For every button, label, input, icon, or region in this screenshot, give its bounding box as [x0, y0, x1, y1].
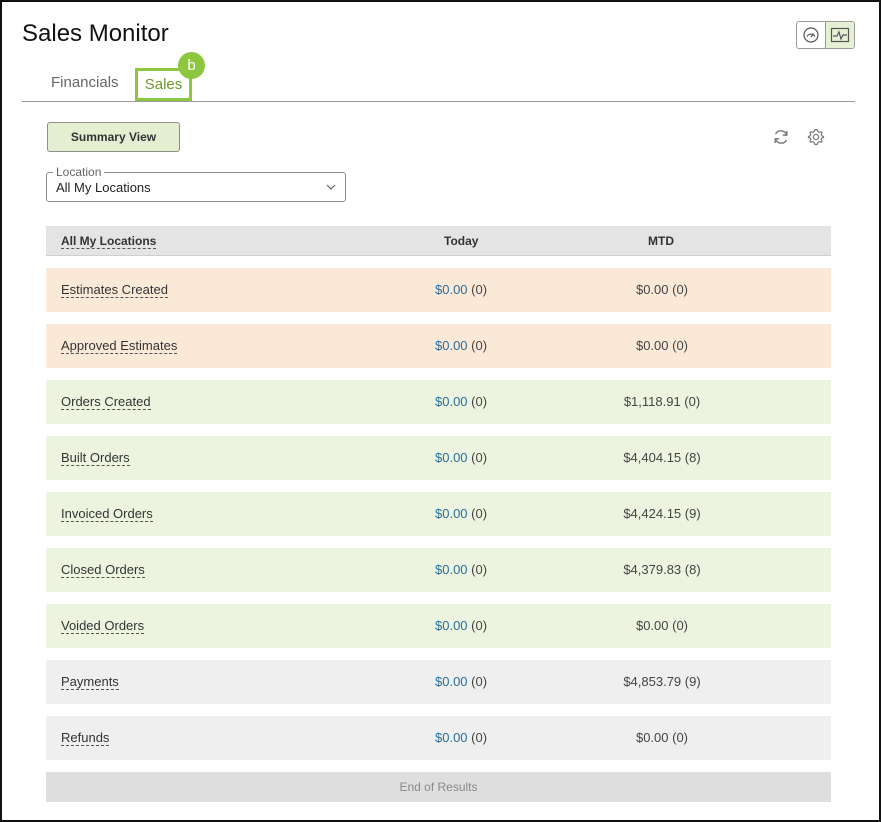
- refresh-icon: [774, 130, 788, 144]
- gear-icon: [807, 128, 825, 146]
- today-cell: $0.00 (0): [435, 395, 487, 409]
- today-amount-link[interactable]: $0.00: [435, 730, 468, 745]
- header-location[interactable]: All My Locations: [61, 234, 157, 249]
- today-cell: $0.00 (0): [435, 675, 487, 689]
- mtd-value: $4,853.79 (9): [623, 674, 701, 689]
- row-label[interactable]: Built Orders: [61, 451, 130, 466]
- header-mtd: MTD: [648, 234, 674, 248]
- today-amount-link[interactable]: $0.00: [435, 282, 468, 297]
- table-row: Closed Orders $0.00 (0) $4,379.83 (8): [46, 548, 831, 592]
- mtd-value: $0.00 (0): [635, 338, 689, 353]
- today-count: (0): [471, 282, 488, 297]
- today-cell: $0.00 (0): [435, 451, 487, 465]
- mtd-value: $0.00 (0): [635, 730, 689, 745]
- today-count: (0): [471, 394, 488, 409]
- settings-button[interactable]: [806, 127, 826, 147]
- table-row: Payments $0.00 (0) $4,853.79 (9): [46, 660, 831, 704]
- table-row: Invoiced Orders $0.00 (0) $4,424.15 (9): [46, 492, 831, 536]
- mtd-value: $0.00 (0): [635, 282, 689, 297]
- today-amount-link[interactable]: $0.00: [435, 394, 468, 409]
- today-amount-link[interactable]: $0.00: [435, 562, 468, 577]
- location-value: All My Locations: [56, 180, 151, 195]
- table-row: Refunds $0.00 (0) $0.00 (0): [46, 716, 831, 760]
- tab-badge: b: [178, 52, 205, 79]
- table-header: All My Locations Today MTD: [46, 226, 831, 256]
- today-amount-link[interactable]: $0.00: [435, 618, 468, 633]
- today-amount-link[interactable]: $0.00: [435, 674, 468, 689]
- row-label[interactable]: Voided Orders: [61, 619, 145, 634]
- page-title: Sales Monitor: [22, 20, 169, 47]
- today-amount-link[interactable]: $0.00: [435, 450, 468, 465]
- row-label[interactable]: Orders Created: [61, 395, 151, 410]
- tab-financials[interactable]: Financials: [51, 74, 119, 91]
- today-cell: $0.00 (0): [435, 731, 487, 745]
- refresh-button[interactable]: [771, 127, 791, 147]
- mtd-value: $0.00 (0): [635, 618, 689, 633]
- sales-table: All My Locations Today MTD Estimates Cre…: [46, 226, 831, 802]
- table-row: Built Orders $0.00 (0) $4,404.15 (8): [46, 436, 831, 480]
- location-select[interactable]: Location All My Locations: [46, 166, 346, 202]
- today-count: (0): [471, 506, 488, 521]
- today-count: (0): [471, 730, 488, 745]
- row-label[interactable]: Estimates Created: [61, 283, 168, 298]
- header-today: Today: [444, 234, 479, 248]
- today-amount-link[interactable]: $0.00: [435, 506, 468, 521]
- row-label[interactable]: Approved Estimates: [61, 339, 178, 354]
- summary-view-button[interactable]: Summary View: [47, 122, 180, 152]
- pulse-chart-icon: [831, 27, 850, 43]
- tab-bar: Financials Sales: [22, 62, 855, 102]
- end-of-results: End of Results: [46, 772, 831, 802]
- location-label: Location: [53, 166, 105, 178]
- row-label[interactable]: Invoiced Orders: [61, 507, 153, 522]
- mtd-value: $4,404.15 (8): [623, 450, 701, 465]
- mtd-value: $4,379.83 (8): [623, 562, 701, 577]
- today-cell: $0.00 (0): [435, 563, 487, 577]
- tab-sales-label: Sales: [144, 76, 183, 93]
- mtd-value: $4,424.15 (9): [623, 506, 701, 521]
- today-cell: $0.00 (0): [435, 339, 487, 353]
- today-cell: $0.00 (0): [435, 283, 487, 297]
- today-count: (0): [471, 338, 488, 353]
- gauge-icon: [803, 27, 819, 43]
- today-count: (0): [471, 674, 488, 689]
- row-label[interactable]: Payments: [61, 675, 119, 690]
- row-label[interactable]: Closed Orders: [61, 563, 145, 578]
- row-label[interactable]: Refunds: [61, 731, 110, 746]
- chevron-down-icon: [326, 184, 336, 190]
- today-count: (0): [471, 618, 488, 633]
- mtd-value: $1,118.91 (0): [623, 394, 701, 409]
- view-toggle: [796, 21, 855, 49]
- today-cell: $0.00 (0): [435, 507, 487, 521]
- table-row: Approved Estimates $0.00 (0) $0.00 (0): [46, 324, 831, 368]
- chart-view-button[interactable]: [825, 22, 854, 48]
- today-count: (0): [471, 562, 488, 577]
- table-row: Orders Created $0.00 (0) $1,118.91 (0): [46, 380, 831, 424]
- table-row: Estimates Created $0.00 (0) $0.00 (0): [46, 268, 831, 312]
- today-amount-link[interactable]: $0.00: [435, 338, 468, 353]
- today-cell: $0.00 (0): [435, 619, 487, 633]
- gauge-view-button[interactable]: [797, 22, 825, 48]
- table-row: Voided Orders $0.00 (0) $0.00 (0): [46, 604, 831, 648]
- today-count: (0): [471, 450, 488, 465]
